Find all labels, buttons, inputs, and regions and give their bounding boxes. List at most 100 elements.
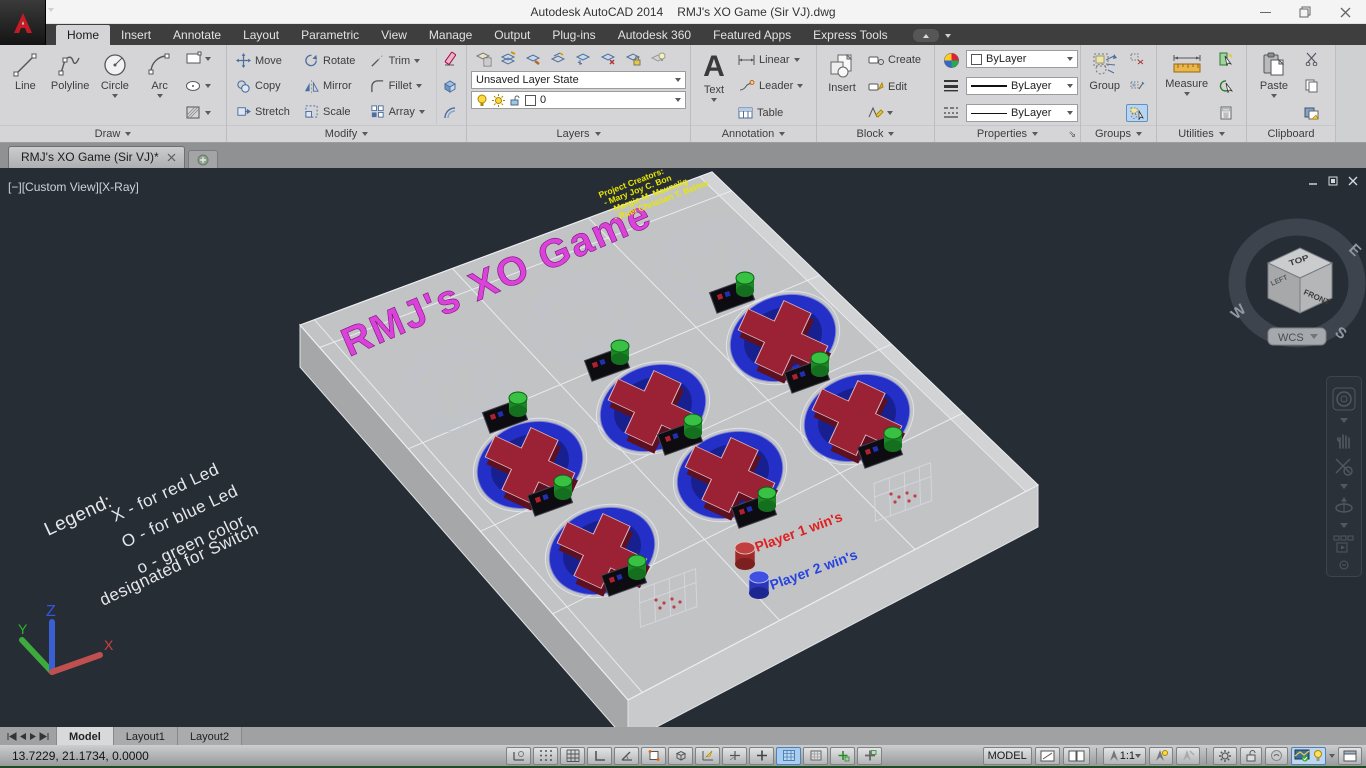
3d-object-snap-toggle[interactable] — [668, 747, 693, 765]
layout2-tab[interactable]: Layout2 — [178, 727, 242, 745]
quick-view-drawings-button[interactable] — [1063, 747, 1090, 765]
trim-caret-icon[interactable] — [414, 59, 420, 63]
cut-button[interactable] — [1299, 50, 1323, 68]
model-space-button[interactable]: MODEL — [983, 747, 1032, 765]
measure-button[interactable]: Measure — [1161, 48, 1212, 124]
lineweight-combo[interactable]: ByLayer — [966, 77, 1078, 95]
workspace-switching-button[interactable] — [1213, 747, 1237, 765]
polar-tracking-toggle[interactable] — [614, 747, 639, 765]
layer-state-combo[interactable]: Unsaved Layer State — [471, 71, 686, 89]
viewport-menu-control[interactable]: [−] — [8, 180, 22, 194]
ribbon-tab-output[interactable]: Output — [483, 25, 541, 45]
create-block-button[interactable]: Create — [865, 50, 924, 69]
leader-button[interactable]: Leader — [735, 77, 806, 96]
viewport-restore-icon[interactable] — [1328, 176, 1338, 186]
layer-freeze-button[interactable] — [571, 48, 595, 69]
selection-cycling-toggle[interactable] — [857, 747, 882, 765]
quick-properties-toggle[interactable] — [830, 747, 855, 765]
text-button[interactable]: A Text — [695, 48, 733, 124]
object-snap-tracking-toggle[interactable] — [695, 747, 720, 765]
transparency-toggle[interactable] — [803, 747, 828, 765]
rotate-button[interactable]: Rotate — [301, 51, 363, 70]
minimize-button[interactable] — [1258, 6, 1272, 18]
layer-isolate-button[interactable] — [521, 48, 545, 69]
scale-button[interactable]: Scale — [301, 102, 363, 121]
ribbon-minimize-caret-icon[interactable] — [945, 34, 951, 38]
zoom-icon[interactable] — [1334, 457, 1354, 477]
panel-label-draw[interactable]: Draw — [0, 125, 226, 142]
ellipse-button[interactable] — [183, 77, 222, 95]
navigation-wheel-icon[interactable] — [1332, 387, 1356, 411]
panel-label-utilities[interactable]: Utilities — [1157, 125, 1246, 142]
ungroup-button[interactable] — [1126, 50, 1148, 68]
circle-caret-icon[interactable] — [112, 94, 118, 98]
offset-button[interactable] — [440, 104, 462, 122]
move-button[interactable]: Move — [233, 51, 297, 70]
panel-label-clipboard[interactable]: Clipboard — [1247, 125, 1335, 142]
line-button[interactable]: Line — [4, 48, 47, 124]
panel-label-properties[interactable]: Properties⇘ — [935, 125, 1080, 142]
quick-view-layouts-button[interactable] — [1035, 747, 1060, 765]
annotation-visibility-button[interactable] — [1149, 747, 1173, 765]
paste-special-button[interactable] — [1299, 104, 1323, 122]
array-button[interactable]: Array — [367, 102, 432, 121]
panel-label-modify[interactable]: Modify — [227, 125, 466, 142]
layer-unisolate-button[interactable] — [546, 48, 570, 69]
copy-button[interactable]: Copy — [233, 77, 297, 96]
viewport-view-control[interactable]: [Custom View] — [22, 180, 99, 194]
erase-button[interactable] — [440, 50, 462, 68]
ribbon-tab-insert[interactable]: Insert — [110, 25, 162, 45]
rectangle-button[interactable] — [183, 50, 222, 68]
ribbon-tab-view[interactable]: View — [370, 25, 418, 45]
fillet-button[interactable]: Fillet — [367, 77, 432, 96]
annotation-scale-button[interactable]: 1:1 — [1103, 747, 1146, 765]
group-selection-button[interactable] — [1126, 104, 1148, 122]
lineweight-tool-button[interactable] — [939, 76, 963, 97]
navigation-bar[interactable] — [1326, 376, 1362, 577]
measure-caret-icon[interactable] — [1184, 92, 1190, 96]
close-button[interactable] — [1338, 6, 1352, 18]
group-edit-button[interactable] — [1126, 77, 1148, 95]
table-button[interactable]: Table — [735, 103, 806, 122]
edit-block-button[interactable]: Edit — [865, 77, 924, 96]
ribbon-tab-home[interactable]: Home — [56, 25, 110, 45]
prev-tab-arrow-icon[interactable] — [19, 732, 27, 741]
linear-caret-icon[interactable] — [794, 58, 800, 62]
ribbon-tab-parametric[interactable]: Parametric — [290, 25, 370, 45]
quick-select-button[interactable] — [1214, 50, 1238, 68]
orbit-icon[interactable] — [1334, 496, 1354, 516]
ribbon-tab-annotate[interactable]: Annotate — [162, 25, 232, 45]
ribbon-tab-plugins[interactable]: Plug-ins — [541, 25, 606, 45]
fillet-caret-icon[interactable] — [416, 84, 422, 88]
layer-lock-button[interactable] — [621, 48, 645, 69]
logo-caret-icon[interactable] — [48, 8, 54, 12]
model-tab[interactable]: Model — [57, 727, 114, 745]
toolbar-lock-button[interactable] — [1240, 747, 1262, 765]
linear-dimension-button[interactable]: Linear — [735, 50, 806, 69]
dynamic-ucs-toggle[interactable] — [722, 747, 747, 765]
panel-label-block[interactable]: Block — [817, 125, 934, 142]
navbar-caret-icon[interactable] — [1340, 523, 1348, 528]
navbar-collapse-icon[interactable] — [1339, 560, 1349, 570]
layer-properties-button[interactable] — [471, 48, 495, 69]
ribbon-tab-autodesk360[interactable]: Autodesk 360 — [607, 25, 702, 45]
infer-constraints-toggle[interactable] — [506, 747, 531, 765]
clean-screen-button[interactable] — [1338, 747, 1362, 765]
tray-caret-icon[interactable] — [1329, 754, 1335, 758]
quick-calc-select-button[interactable] — [1214, 77, 1238, 95]
layer-bulb-button[interactable] — [646, 48, 670, 69]
layer-match-button[interactable] — [496, 48, 520, 69]
first-tab-arrow-icon[interactable] — [6, 732, 17, 741]
pan-hand-icon[interactable] — [1334, 430, 1354, 450]
next-tab-arrow-icon[interactable] — [29, 732, 37, 741]
edit-attributes-button[interactable] — [865, 104, 924, 122]
object-snap-toggle[interactable] — [641, 747, 666, 765]
wcs-dropdown[interactable]: WCS — [1268, 328, 1326, 345]
dynamic-input-toggle[interactable] — [749, 747, 774, 765]
mirror-button[interactable]: Mirror — [301, 77, 363, 96]
auto-annotation-scale-button[interactable] — [1176, 747, 1200, 765]
isolate-objects-button[interactable] — [1265, 747, 1288, 765]
insert-block-button[interactable]: Insert — [821, 48, 863, 124]
match-properties-button[interactable] — [939, 50, 963, 71]
group-button[interactable]: Group — [1085, 48, 1124, 124]
